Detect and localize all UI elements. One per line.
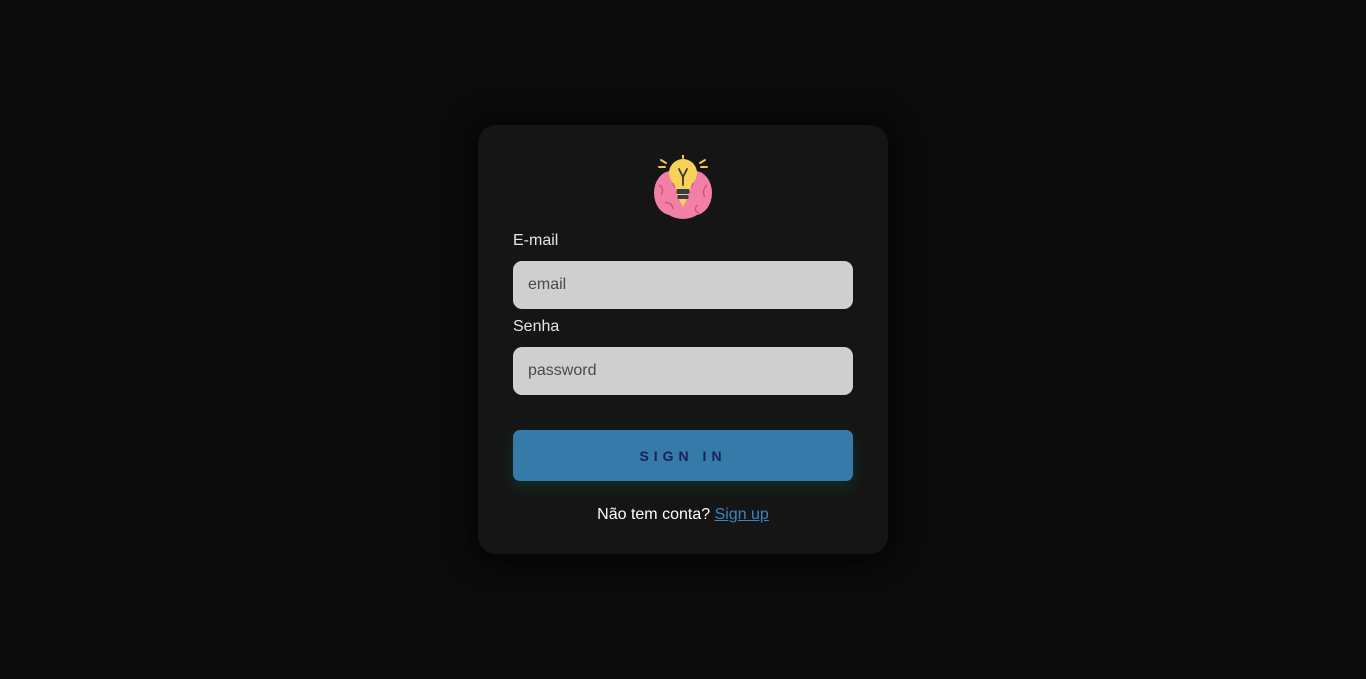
brain-lightbulb-icon [651, 155, 715, 221]
signup-row: Não tem conta? Sign up [478, 505, 888, 525]
email-label: E-mail [513, 232, 559, 249]
password-field[interactable] [513, 347, 853, 395]
login-card: E-mail Senha SIGN IN Não tem conta? Sign… [478, 125, 888, 554]
page: E-mail Senha SIGN IN Não tem conta? Sign… [0, 0, 1366, 679]
signup-prompt: Não tem conta? [597, 506, 711, 523]
password-label: Senha [513, 318, 560, 335]
sign-in-button-label: SIGN IN [639, 447, 727, 464]
sign-in-button[interactable]: SIGN IN [513, 430, 853, 481]
sign-up-link[interactable]: Sign up [715, 506, 769, 523]
email-field[interactable] [513, 261, 853, 309]
